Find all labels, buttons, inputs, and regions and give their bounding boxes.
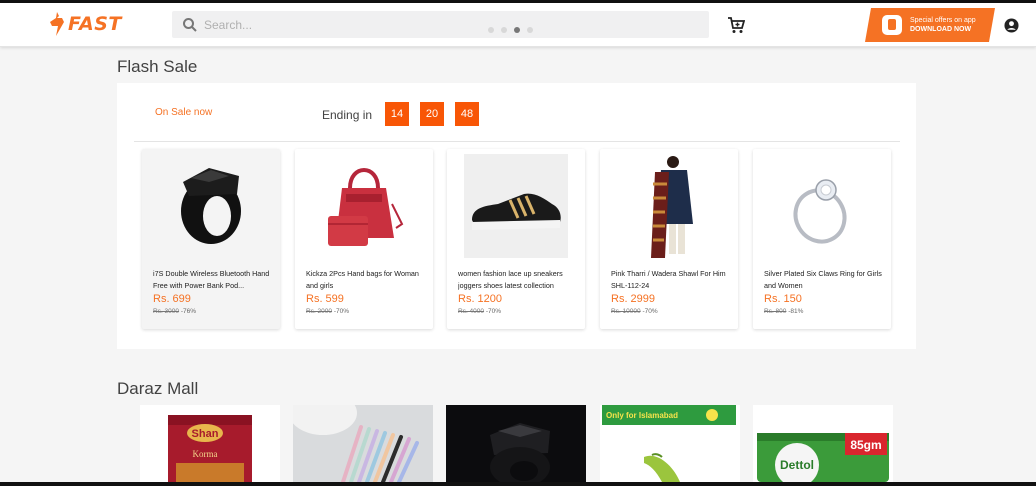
spice-box-image: Shan Korma [140,405,280,482]
product-price: Rs. 1200 [458,293,503,305]
original-price: Rs. 3000 [153,308,180,315]
top-header: FAST Special offers on app DOWNLOAD NOW [0,3,1036,47]
on-sale-label: On Sale now [155,107,213,118]
product-card[interactable]: Kickza 2Pcs Hand bags for Woman and girl… [295,149,433,329]
product-price: Rs. 699 [153,293,191,305]
discount: -70% [333,308,350,315]
mall-tile[interactable] [293,405,433,482]
account-icon[interactable] [1004,18,1019,33]
discount: -76% [180,308,197,315]
cart-icon[interactable] [727,16,745,34]
product-price: Rs. 2999 [611,293,656,305]
mall-tile[interactable] [446,405,586,482]
mall-tile[interactable]: Shan Korma [140,405,280,482]
product-price: Rs. 150 [764,293,802,305]
handbag-icon [312,154,416,258]
product-name[interactable]: i7S Double Wireless Bluetooth Hand Free … [153,268,273,292]
mall-tile[interactable]: 85gm Dettol [753,405,893,482]
timer-minutes: 20 [420,102,444,126]
product-card[interactable]: women fashion lace up sneakers joggers s… [447,149,585,329]
product-card[interactable]: Silver Plated Six Claws Ring for Girls a… [753,149,891,329]
mall-tile[interactable]: Only for Islamabad [600,405,740,482]
logo-text: FAST [68,13,122,35]
carousel-dot[interactable] [501,27,507,33]
flash-sale-title: Flash Sale [117,57,198,76]
banner-text: Only for Islamabad [606,411,678,420]
product-old-price: Rs. 4000 -70% [458,308,501,315]
logo-bag-icon [50,12,64,36]
sneaker-icon [464,154,568,258]
flash-sale-panel: On Sale now Ending in 14 20 48 i7S Doubl… [117,83,916,349]
product-price: Rs. 599 [306,293,344,305]
logo[interactable]: FAST [50,12,122,36]
carousel-dot-active[interactable] [514,27,520,33]
dettol-soap-image: 85gm Dettol [753,405,893,482]
app-icon [882,15,902,35]
search-icon[interactable] [182,17,198,33]
carousel-dot[interactable] [488,27,494,33]
product-name[interactable]: Kickza 2Pcs Hand bags for Woman and girl… [306,268,426,292]
discount: -70% [642,308,658,315]
product-old-price: Rs. 800 -81% [764,308,803,315]
product-old-price: Rs. 10000 -70% [611,308,658,315]
product-name[interactable]: Pink Tharri / Wadera Shawl For Him SHL-1… [611,268,731,292]
product-old-price: Rs. 2000 -70% [306,308,349,315]
timer-seconds: 48 [455,102,479,126]
makeup-brushes-image [293,405,433,482]
promo-text: Special offers on app [910,17,976,24]
carousel-dot[interactable] [527,27,533,33]
discount: -81% [788,308,804,315]
window-bottom-edge [0,482,1036,486]
grocery-banner-image: Only for Islamabad [600,405,740,482]
ring-icon [159,154,263,258]
product-name[interactable]: women fashion lace up sneakers joggers s… [458,268,578,292]
search-input[interactable] [204,11,694,38]
original-price: Rs. 4000 [458,308,485,315]
original-price: Rs. 800 [764,308,787,315]
carousel-dots [488,27,533,33]
original-price: Rs. 2000 [306,308,333,315]
shawl-icon [617,154,721,258]
original-price: Rs. 10000 [611,308,641,315]
product-card[interactable]: i7S Double Wireless Bluetooth Hand Free … [142,149,280,329]
product-name[interactable]: Silver Plated Six Claws Ring for Girls a… [764,268,884,292]
product-old-price: Rs. 3000 -76% [153,308,196,315]
black-ring-image [446,405,586,482]
weight-text: 85gm [850,438,881,452]
download-now-label: DOWNLOAD NOW [910,26,972,33]
brand-text: Shan [192,428,219,440]
search-bar[interactable] [172,11,709,38]
timer-hours: 14 [385,102,409,126]
diamond-ring-icon [770,154,874,258]
product-card[interactable]: Pink Tharri / Wadera Shawl For Him SHL-1… [600,149,738,329]
discount: -70% [485,308,502,315]
divider [134,141,900,142]
brand-text: Dettol [780,458,814,472]
ending-in-label: Ending in [322,108,373,122]
product-variant-text: Korma [193,449,218,459]
daraz-mall-title: Daraz Mall [117,379,199,398]
download-app-banner[interactable]: Special offers on app DOWNLOAD NOW [865,8,995,42]
